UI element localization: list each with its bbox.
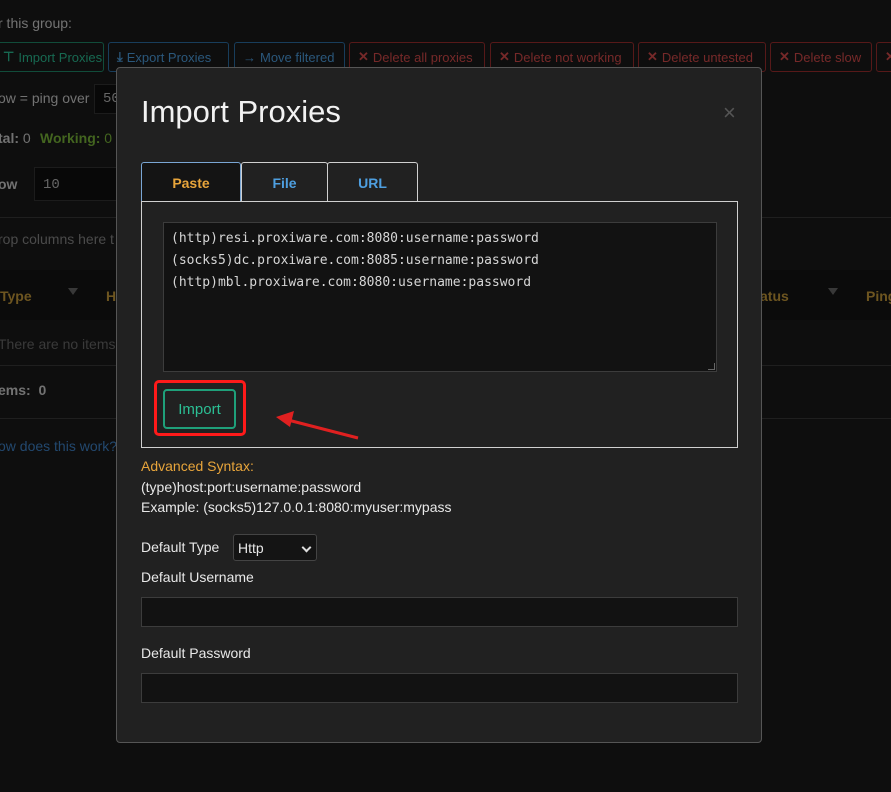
default-type-select[interactable]: Http bbox=[233, 534, 317, 561]
proxy-list-textarea[interactable]: (http)resi.proxiware.com:8080:username:p… bbox=[163, 222, 717, 372]
modal-title: Import Proxies bbox=[141, 94, 341, 129]
default-password-label: Default Password bbox=[141, 645, 251, 661]
arrow-annotation-icon bbox=[276, 411, 359, 440]
tab-paste[interactable]: Paste bbox=[141, 162, 241, 202]
tab-file[interactable]: File bbox=[241, 162, 328, 202]
default-username-label: Default Username bbox=[141, 569, 254, 585]
advanced-syntax-title: Advanced Syntax: bbox=[141, 458, 254, 474]
close-icon[interactable]: × bbox=[723, 100, 736, 126]
default-password-field[interactable] bbox=[141, 673, 738, 703]
example-line: Example: (socks5)127.0.0.1:8080:myuser:m… bbox=[141, 499, 452, 515]
chevron-down-icon bbox=[301, 542, 312, 553]
import-button[interactable]: Import bbox=[163, 389, 236, 429]
resize-handle-icon[interactable] bbox=[708, 363, 715, 370]
syntax-line: (type)host:port:username:password bbox=[141, 479, 362, 495]
paste-panel: (http)resi.proxiware.com:8080:username:p… bbox=[141, 201, 738, 448]
import-proxies-modal: Import Proxies × Paste File URL (http)re… bbox=[116, 67, 762, 743]
tab-url[interactable]: URL bbox=[327, 162, 418, 202]
default-username-field[interactable] bbox=[141, 597, 738, 627]
default-type-label: Default Type bbox=[141, 539, 220, 555]
